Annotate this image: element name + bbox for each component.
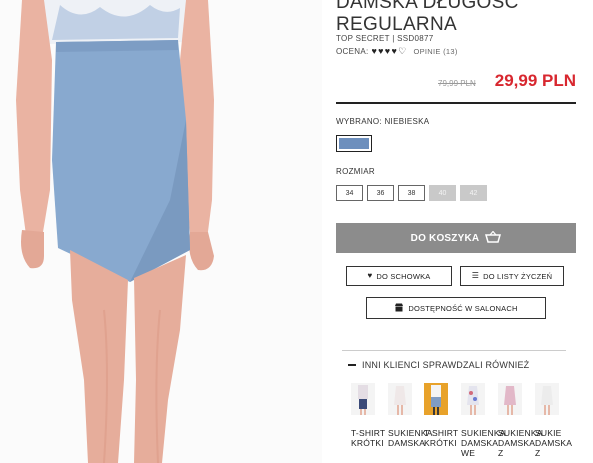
recommended-product[interactable]: SUKIENKA DAMSKA WE [461, 383, 505, 458]
recommended-product[interactable]: T-SHIRT KRÓTKI [424, 383, 458, 448]
list-icon: ☰ [471, 271, 480, 280]
product-thumbnail [535, 383, 559, 415]
heart-icon: ♥ [371, 46, 378, 56]
store-availability-label: DOSTĘPNOŚĆ W SALONACH [408, 303, 518, 313]
also-viewed-header[interactable]: INNI KLIENCI SPRAWDZALI RÓWNIEŻ [348, 360, 529, 370]
recommended-product-name: SUKIENKA DAMSKA Z [498, 428, 543, 458]
product-thumbnail [461, 383, 485, 415]
add-to-cart-button[interactable]: DO KOSZYKA [336, 223, 576, 253]
product-image [0, 0, 322, 463]
current-price: 29,99 PLN [494, 71, 576, 90]
heart-icon: ♥ [378, 46, 384, 56]
recommended-product[interactable]: SUKIE DAMSKA Z [535, 383, 571, 458]
color-swatch[interactable] [336, 135, 372, 152]
divider [336, 102, 576, 104]
recommended-product-name: SUKIENKA DAMSKA [388, 428, 433, 448]
product-photo[interactable] [0, 0, 322, 463]
store-availability-button[interactable]: DOSTĘPNOŚĆ W SALONACH [366, 297, 546, 319]
heart-icon: ♥ [384, 46, 391, 56]
rating-label: OCENA: [336, 47, 369, 56]
size-options: 34 36 38 40 42 [336, 185, 487, 201]
add-to-wishlist-button[interactable]: ☰ DO LISTY ŻYCZEŃ [460, 266, 564, 286]
product-title: DAMSKA DŁUGOŚĆ REGULARNA [336, 0, 519, 35]
size-option[interactable]: 36 [367, 185, 394, 201]
recommended-product-name: T-SHIRT KRÓTKI [351, 428, 386, 448]
size-label: ROZMIAR [336, 167, 375, 176]
recommended-product-name: SUKIE DAMSKA Z [535, 428, 572, 458]
rating: OCENA: ♥ ♥ ♥ ♥ ♡ OPINIE (13) [336, 46, 458, 57]
recommended-product-name: T-SHIRT KRÓTKI [424, 428, 459, 448]
heart-outline-icon: ♡ [398, 46, 407, 56]
divider [342, 350, 566, 351]
recommended-product[interactable]: SUKIENKA DAMSKA [388, 383, 432, 448]
product-info: DAMSKA DŁUGOŚĆ REGULARNA TOP SECRET | SS… [336, 0, 580, 463]
selected-color-label: WYBRANO: NIEBIESKA [336, 117, 430, 126]
add-to-stash-label: DO SCHOWKA [376, 271, 431, 281]
size-option-unavailable: 40 [429, 185, 456, 201]
collapse-icon [348, 364, 356, 366]
add-to-stash-button[interactable]: ♥ DO SCHOWKA [346, 266, 452, 286]
swatch-fill [339, 138, 369, 149]
rating-hearts: ♥ ♥ ♥ ♥ ♡ [371, 46, 406, 57]
also-viewed-title: INNI KLIENCI SPRAWDZALI RÓWNIEŻ [362, 360, 530, 370]
recommended-product[interactable]: SUKIENKA DAMSKA Z [498, 383, 542, 458]
add-to-cart-label: DO KOSZYKA [410, 232, 480, 244]
heart-icon: ♥ [391, 46, 398, 56]
store-icon [394, 303, 404, 314]
recommended-product[interactable]: T-SHIRT KRÓTKI [351, 383, 385, 448]
product-thumbnail [424, 383, 448, 415]
product-thumbnail [498, 383, 522, 415]
recommended-product-name: SUKIENKA DAMSKA WE [461, 428, 506, 458]
reviews-link[interactable]: OPINIE (13) [413, 47, 457, 56]
heart-icon: ♥ [367, 271, 373, 280]
old-price: 79,99 PLN [438, 79, 476, 88]
brand-sku: TOP SECRET | SSD0877 [336, 34, 434, 43]
size-option[interactable]: 38 [398, 185, 425, 201]
add-to-wishlist-label: DO LISTY ŻYCZEŃ [483, 271, 553, 281]
basket-icon [485, 230, 502, 246]
product-thumbnail [351, 383, 375, 415]
size-option[interactable]: 34 [336, 185, 363, 201]
size-option-unavailable: 42 [460, 185, 487, 201]
product-thumbnail [388, 383, 412, 415]
